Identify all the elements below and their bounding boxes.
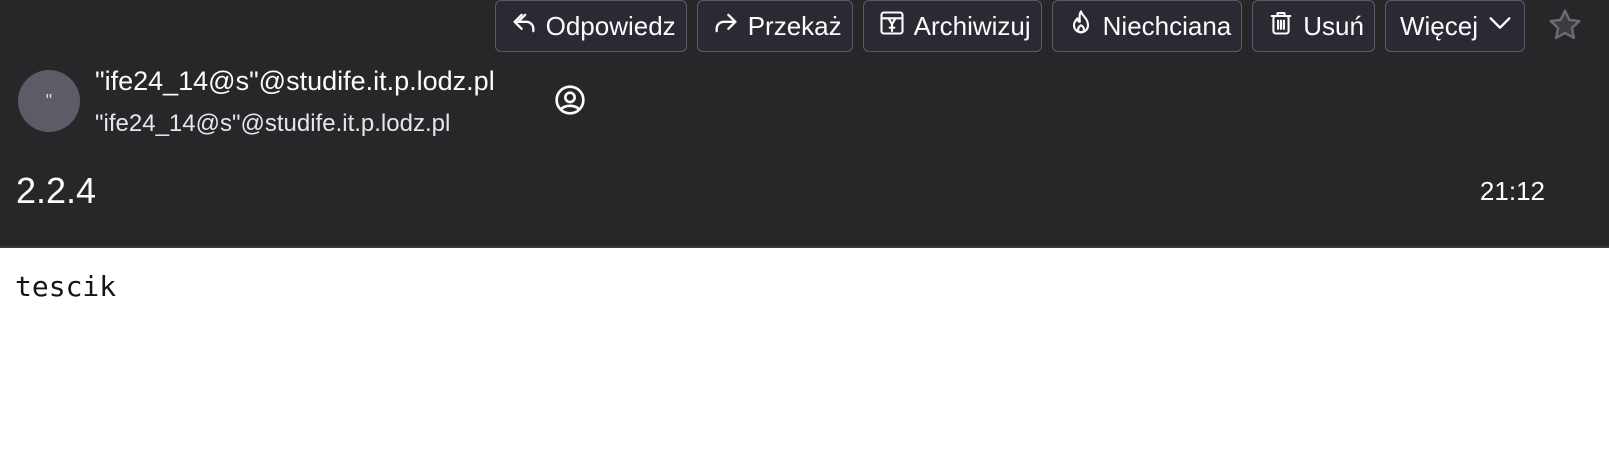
junk-label: Niechciana xyxy=(1102,10,1232,41)
message-body: tescik xyxy=(15,270,117,303)
avatar-initial: " xyxy=(45,90,53,111)
more-label: Więcej xyxy=(1399,10,1478,41)
star-icon xyxy=(1547,7,1583,48)
star-button[interactable] xyxy=(1543,5,1587,49)
forward-label: Przekaż xyxy=(747,10,842,41)
forward-button[interactable]: Przekaż xyxy=(696,0,853,52)
reply-icon xyxy=(510,9,538,44)
chevron-down-icon xyxy=(1486,9,1514,44)
archive-button[interactable]: Archiwizuj xyxy=(862,0,1042,52)
delete-button[interactable]: Usuń xyxy=(1252,0,1375,52)
contact-icon[interactable] xyxy=(554,84,586,116)
junk-icon xyxy=(1067,9,1095,44)
message-toolbar: Odpowiedz Przekaż Archiwizuj Niechciana … xyxy=(494,0,1609,54)
sender-name[interactable]: "ife24_14@s"@studife.it.p.lodz.pl xyxy=(95,66,495,97)
message-header: Odpowiedz Przekaż Archiwizuj Niechciana … xyxy=(0,0,1609,248)
archive-icon xyxy=(878,9,906,44)
sender-avatar: " xyxy=(18,70,80,132)
message-time: 21:12 xyxy=(1479,176,1545,206)
trash-icon xyxy=(1267,9,1295,44)
more-button[interactable]: Więcej xyxy=(1384,0,1525,52)
reply-button[interactable]: Odpowiedz xyxy=(494,0,687,52)
reply-label: Odpowiedz xyxy=(545,10,676,41)
junk-button[interactable]: Niechciana xyxy=(1051,0,1243,52)
sender-address[interactable]: "ife24_14@s"@studife.it.p.lodz.pl xyxy=(95,110,450,138)
delete-label: Usuń xyxy=(1303,10,1364,41)
forward-icon xyxy=(712,9,740,44)
archive-label: Archiwizuj xyxy=(913,10,1031,41)
message-subject: 2.2.4 xyxy=(16,170,97,211)
